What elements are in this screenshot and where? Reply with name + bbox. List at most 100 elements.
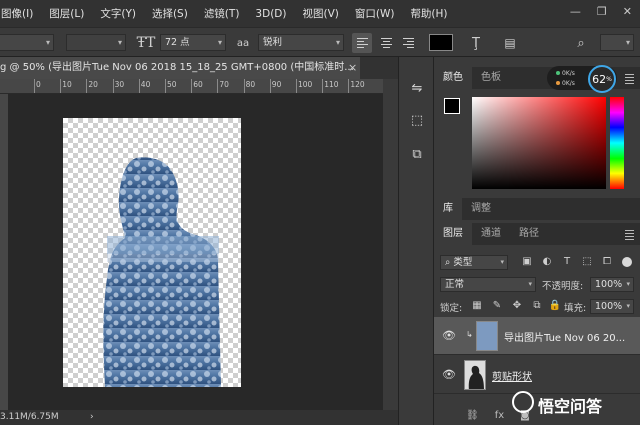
layer-thumbnail-silhouette: [468, 365, 484, 389]
ruler-tick-label: 40: [140, 80, 151, 89]
menu-type[interactable]: 文字(Y): [92, 6, 144, 21]
ruler-tick-mark: [348, 79, 350, 93]
layer-name[interactable]: 剪贴形状: [492, 368, 532, 383]
tab-libraries[interactable]: 库: [434, 198, 462, 220]
menu-window[interactable]: 窗口(W): [347, 6, 403, 21]
font-size-icon: ŦT: [136, 35, 156, 51]
menu-layer[interactable]: 图层(L): [41, 6, 92, 21]
layer-row[interactable]: 👁 ↳ 导出图片Tue Nov 06 20...: [434, 317, 640, 355]
blend-row: 正常 ▾ 不透明度: 100% ▾: [434, 273, 640, 295]
color-field[interactable]: [472, 97, 606, 189]
opacity-input[interactable]: 100% ▾: [590, 277, 634, 292]
options-bar: ▾ ▾ ŦT 72 点 ▾ aa 锐利 ▾ Ţ ▤ ⌕ ▾: [0, 27, 640, 57]
filter-shape-icon[interactable]: ⬚: [580, 255, 594, 269]
close-button[interactable]: ✕: [623, 5, 632, 18]
paths-panel-icon[interactable]: ⧉: [405, 143, 429, 165]
menu-help[interactable]: 帮助(H): [402, 6, 455, 21]
chevron-down-icon: ▾: [335, 38, 340, 47]
minimize-button[interactable]: —: [570, 5, 581, 18]
layer-name[interactable]: 导出图片Tue Nov 06 20...: [504, 329, 625, 344]
align-center-button[interactable]: [376, 33, 396, 53]
layer-effects-icon[interactable]: fx: [495, 410, 504, 421]
ruler-tick-mark: [34, 79, 35, 93]
tab-paths[interactable]: 路径: [510, 223, 548, 245]
ruler-tick-mark: [60, 79, 62, 93]
filter-smart-object-icon[interactable]: ⧠: [600, 255, 614, 269]
tab-channels[interactable]: 通道: [472, 223, 510, 245]
down-dot-icon: [556, 81, 560, 85]
document-size: 3.11M/6.75M: [0, 412, 59, 422]
blend-mode-select[interactable]: 正常 ▾: [440, 277, 536, 292]
search-icon[interactable]: ⌕: [571, 33, 591, 53]
lock-row: 锁定: ▦ ✎ ✥ ⧉ 🔒 填充: 100% ▾: [434, 295, 640, 317]
menu-select[interactable]: 选择(S): [144, 6, 196, 21]
text-color-swatch[interactable]: [429, 34, 453, 51]
antialias-select[interactable]: 锐利 ▾: [258, 34, 344, 51]
tab-adjustments[interactable]: 调整: [462, 198, 500, 220]
performance-percent[interactable]: 62%: [588, 65, 616, 93]
character-panel-icon[interactable]: ▤: [500, 33, 520, 53]
warp-text-icon[interactable]: Ţ: [466, 33, 486, 53]
menu-3d[interactable]: 3D(D): [247, 8, 294, 20]
ruler-tick-label: 90: [271, 80, 282, 89]
history-panel-icon[interactable]: ⇋: [405, 77, 429, 99]
chevron-down-icon: ▾: [625, 38, 630, 47]
fill-input[interactable]: 100% ▾: [590, 299, 634, 314]
panel-menu-icon[interactable]: [625, 74, 634, 84]
filter-adjustment-icon[interactable]: ◐: [540, 255, 554, 269]
canvas-area[interactable]: [8, 94, 383, 410]
ruler-tick-mark: [322, 79, 324, 93]
menu-filter[interactable]: 滤镜(T): [196, 6, 248, 21]
ruler-tick-label: 70: [219, 80, 229, 89]
collapsed-panel-strip: ⇋ ⬚ ⧉: [398, 57, 434, 425]
eye-icon[interactable]: 👁: [442, 329, 456, 342]
filter-type-icon[interactable]: T: [560, 255, 574, 269]
layer-row[interactable]: 👁 剪贴形状: [434, 356, 640, 394]
close-icon[interactable]: ×: [348, 57, 357, 79]
font-size-select[interactable]: 72 点 ▾: [160, 34, 226, 51]
vertical-scrollbar[interactable]: [383, 79, 398, 410]
align-left-button[interactable]: [352, 33, 372, 53]
chevron-down-icon: ▾: [626, 302, 630, 310]
tab-layers[interactable]: 图层: [434, 223, 472, 245]
ruler-tick-label: 10: [62, 80, 72, 89]
ruler-tick-mark: [165, 79, 166, 93]
lock-position-icon[interactable]: ✥: [510, 299, 524, 313]
align-right-button[interactable]: [398, 33, 418, 53]
lock-artboard-icon[interactable]: ⧉: [530, 299, 544, 313]
layer-filter-row: ⌕ 类型 ▾ ▣ ◐ T ⬚ ⧠: [434, 251, 640, 273]
tab-color[interactable]: 颜色: [434, 67, 472, 89]
fill-label: 填充:: [564, 303, 587, 314]
document-tab[interactable]: g @ 50% (导出图片Tue Nov 06 2018 15_18_25 GM…: [0, 57, 360, 79]
hue-slider[interactable]: [610, 97, 624, 189]
tab-swatches[interactable]: 色板: [472, 67, 510, 89]
chevron-down-icon: ▾: [45, 38, 50, 47]
antialias-icon: aa: [236, 37, 250, 49]
lock-pixels-icon[interactable]: ✎: [490, 299, 504, 313]
ruler-tick-label: 20: [88, 80, 98, 89]
menu-image[interactable]: 图像(I): [0, 6, 41, 21]
upload-speed: 0K/s: [556, 70, 575, 77]
foreground-color-swatch[interactable]: [444, 98, 460, 114]
document-canvas[interactable]: [63, 118, 241, 387]
lock-label: 锁定:: [440, 303, 463, 314]
layers-menu-icon[interactable]: [625, 230, 634, 240]
ruler-tick-label: 80: [245, 80, 256, 89]
window-controls: — ❐ ✕: [570, 5, 632, 18]
filter-toggle-icon[interactable]: [622, 257, 632, 267]
workspace-select[interactable]: ▾: [600, 34, 634, 51]
layer-filter-select[interactable]: ⌕ 类型 ▾: [440, 255, 508, 270]
font-style-select[interactable]: ▾: [66, 34, 126, 51]
font-family-select[interactable]: ▾: [0, 34, 54, 51]
layer-thumbnail: [464, 360, 486, 390]
eye-icon[interactable]: 👁: [442, 368, 456, 381]
ruler-tick-label: 120: [350, 80, 365, 89]
filter-pixel-icon[interactable]: ▣: [520, 255, 534, 269]
lock-all-icon[interactable]: 🔒: [548, 299, 562, 313]
menu-view[interactable]: 视图(V): [294, 6, 346, 21]
link-layers-icon[interactable]: ⛓: [466, 410, 479, 421]
3d-panel-icon[interactable]: ⬚: [405, 109, 429, 131]
maximize-button[interactable]: ❐: [597, 5, 607, 18]
status-menu-arrow[interactable]: ›: [90, 410, 94, 425]
lock-transparent-icon[interactable]: ▦: [470, 299, 484, 313]
